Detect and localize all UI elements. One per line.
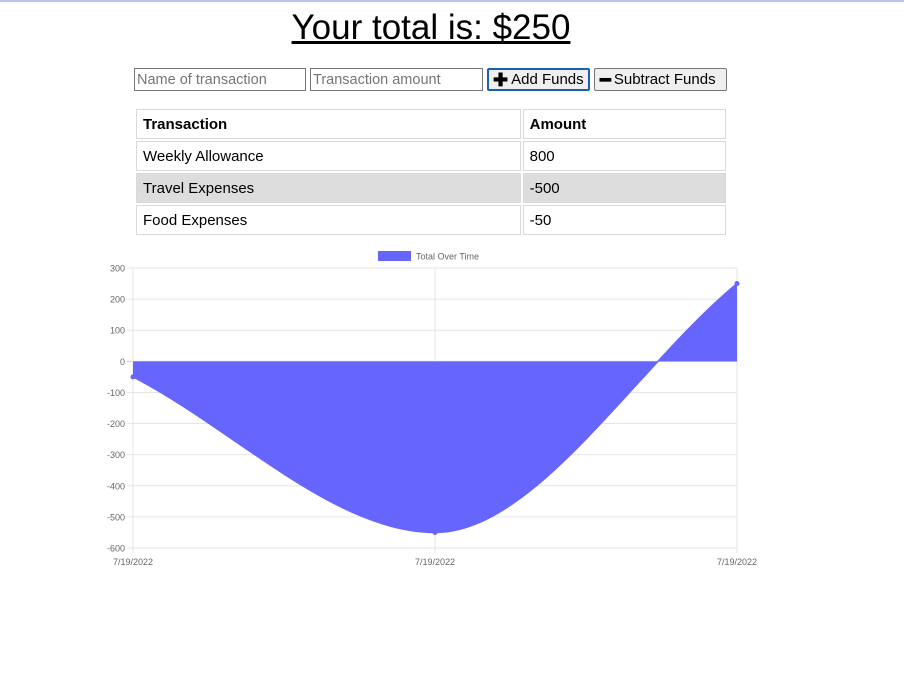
- column-header-amount: Amount: [522, 109, 726, 139]
- legend-label: Total Over Time: [416, 252, 479, 262]
- y-tick-label: 100: [110, 326, 125, 336]
- data-point: [734, 281, 740, 287]
- subtract-funds-label: Subtract Funds: [613, 71, 716, 88]
- transaction-amount-cell: 800: [522, 141, 726, 171]
- y-tick-label: -500: [107, 512, 125, 522]
- y-tick-label: 0: [120, 357, 125, 367]
- transactions-table: Transaction Amount Weekly Allowance 800 …: [134, 107, 728, 237]
- y-tick-label: -600: [107, 544, 125, 554]
- window-top-border: [0, 0, 904, 2]
- plus-icon: ✚: [493, 69, 509, 90]
- minus-icon: ━: [600, 69, 611, 90]
- transaction-name-cell: Weekly Allowance: [136, 141, 521, 171]
- table-row: Weekly Allowance 800: [136, 141, 726, 171]
- column-header-transaction: Transaction: [136, 109, 521, 139]
- total-heading: Your total is: $250: [291, 8, 571, 47]
- y-tick-label: -200: [107, 419, 125, 429]
- transaction-amount-cell: -500: [522, 173, 726, 203]
- transaction-name-cell: Food Expenses: [136, 205, 521, 235]
- data-point: [130, 374, 136, 380]
- add-funds-label: Add Funds: [511, 71, 584, 88]
- transaction-name-input[interactable]: [134, 68, 306, 91]
- total-over-time-chart: 300 200 100 0 -100 -200 -300 -400 -500 -600 7/19/2…: [107, 251, 757, 567]
- y-tick-label: -300: [107, 450, 125, 460]
- table-row: Travel Expenses -500: [136, 173, 726, 203]
- add-funds-button[interactable]: ✚ Add Funds: [487, 68, 590, 91]
- transaction-amount-cell: -50: [522, 205, 726, 235]
- table-row: Food Expenses -50: [136, 205, 726, 235]
- y-tick-label: -400: [107, 481, 125, 491]
- table-header-row: Transaction Amount: [136, 109, 726, 139]
- subtract-funds-button[interactable]: ━ Subtract Funds: [594, 68, 727, 91]
- transaction-amount-input[interactable]: [310, 68, 483, 91]
- y-tick-label: 300: [110, 264, 125, 274]
- transaction-name-cell: Travel Expenses: [136, 173, 521, 203]
- x-tick-label: 7/19/2022: [717, 557, 757, 567]
- x-tick-label: 7/19/2022: [113, 557, 153, 567]
- legend-swatch: [378, 251, 411, 261]
- data-point: [432, 529, 438, 535]
- x-tick-label: 7/19/2022: [415, 557, 455, 567]
- y-tick-label: 200: [110, 295, 125, 305]
- y-tick-label: -100: [107, 388, 125, 398]
